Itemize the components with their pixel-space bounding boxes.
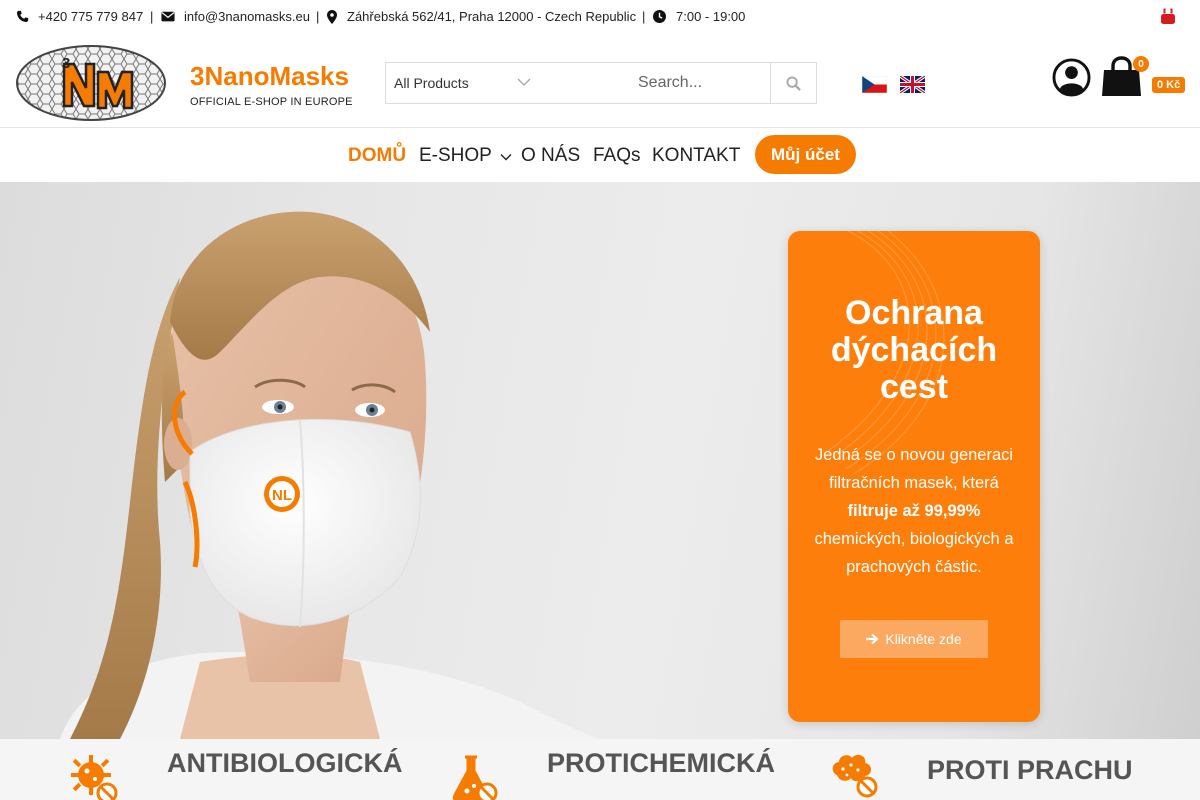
svg-text:NL: NL <box>272 487 292 504</box>
hours-text: 7:00 - 19:00 <box>676 9 746 24</box>
logo-3nm[interactable]: 3 <box>16 44 166 122</box>
card-title-line: cest <box>879 368 949 406</box>
separator: | <box>316 9 320 24</box>
search-bar: All Products <box>385 62 817 104</box>
separator: | <box>642 9 646 24</box>
email-address: info@3nanomasks.eu <box>184 9 310 24</box>
clock-icon <box>653 10 666 23</box>
click-here-label: Klikněte zde <box>885 631 962 647</box>
nav-item-home[interactable]: DOMŮ <box>348 145 406 167</box>
nav-item-faqs[interactable]: FAQs <box>593 145 641 167</box>
card-text-outro: chemických, biologických a prachových čá… <box>814 530 1014 576</box>
category-select[interactable]: All Products <box>394 75 469 91</box>
arrow-right-icon <box>866 633 880 645</box>
feature-label: PROTI PRACHU <box>927 755 1133 785</box>
main-navigation: DOMŮ E-SHOP O NÁS FAQs KONTAKT Můj účet <box>0 128 1200 182</box>
features-strip: ANTIBIOLOGICKÁ PROTICHEMICKÁ PROTI PRACH… <box>0 739 1200 800</box>
card-title-line: Ochrana <box>845 294 983 332</box>
youtube-icon[interactable] <box>1161 8 1175 24</box>
chevron-down-icon[interactable] <box>517 75 531 89</box>
brand-name[interactable]: 3NanoMasks <box>190 61 349 92</box>
search-button[interactable] <box>770 63 816 103</box>
cart-count-badge: 0 <box>1133 56 1149 72</box>
phone-number: +420 775 779 847 <box>38 9 144 24</box>
email-contact[interactable]: info@3nanomasks.eu <box>161 9 310 24</box>
uk-flag-icon[interactable] <box>900 76 925 93</box>
feature-label: ANTIBIOLOGICKÁ <box>167 748 403 778</box>
hero-promo-card: Ochrana dýchacích cest Jedná se o novou … <box>788 231 1040 722</box>
svg-text:3: 3 <box>62 55 70 72</box>
card-text-highlight: filtruje až 99,99% <box>847 502 981 520</box>
opening-hours: 7:00 - 19:00 <box>653 9 745 24</box>
flask-blocked-icon <box>452 755 498 800</box>
click-here-button[interactable]: Klikněte zde <box>840 620 988 658</box>
nav-item-about[interactable]: O NÁS <box>521 145 580 167</box>
my-account-button[interactable]: Můj účet <box>755 135 856 174</box>
site-header: 3 3NanoMasks OFFICIAL E-SHOP IN EUROPE A… <box>0 34 1200 128</box>
nav-item-contact[interactable]: KONTAKT <box>652 145 740 167</box>
envelope-icon <box>161 11 175 22</box>
user-account-icon[interactable] <box>1052 58 1091 97</box>
czech-flag-icon[interactable] <box>862 76 887 93</box>
search-icon <box>786 75 801 91</box>
contact-bar: +420 775 779 847 | info@3nanomasks.eu | … <box>0 0 1200 34</box>
dust-blocked-icon <box>832 754 878 798</box>
brand-tagline: OFFICIAL E-SHOP IN EUROPE <box>190 96 353 108</box>
nav-item-eshop-label: E-SHOP <box>419 145 492 166</box>
virus-blocked-icon <box>71 755 118 800</box>
address-contact[interactable]: Záhřebská 562/41, Praha 12000 - Czech Re… <box>327 9 636 24</box>
search-input[interactable] <box>636 64 770 102</box>
card-title: Ochrana dýchacích cest <box>788 295 1040 406</box>
feature-label: PROTICHEMICKÁ <box>547 748 775 778</box>
nav-item-eshop[interactable]: E-SHOP <box>419 145 512 167</box>
address-text: Záhřebská 562/41, Praha 12000 - Czech Re… <box>347 9 637 24</box>
cart-total[interactable]: 0 Kč <box>1152 77 1186 93</box>
map-marker-icon <box>327 9 337 24</box>
phone-icon <box>16 10 29 23</box>
separator: | <box>150 9 154 24</box>
card-description: Jedná se o novou generaci filtračních ma… <box>802 441 1026 581</box>
woman-wearing-mask-photo: NL <box>60 211 600 739</box>
card-text-intro: Jedná se o novou generaci filtračních ma… <box>814 446 1014 492</box>
hero-banner: NL Ochrana dýchacích cest Jedná se o nov… <box>0 182 1200 739</box>
chevron-down-icon <box>500 154 512 161</box>
phone-contact[interactable]: +420 775 779 847 <box>16 9 143 24</box>
card-title-line: dýchacích <box>830 331 998 369</box>
